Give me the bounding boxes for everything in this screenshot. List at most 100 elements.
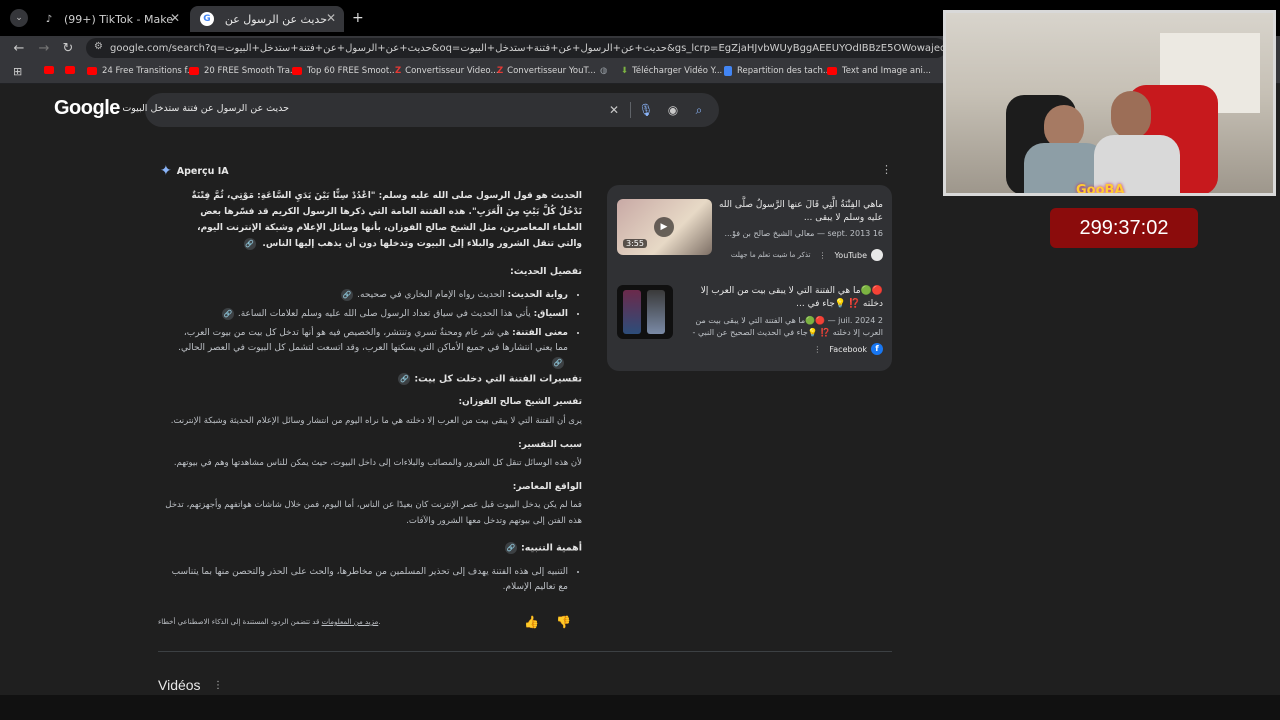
bookmark-item[interactable]: Text and Image ani... bbox=[827, 66, 931, 76]
video-thumbnail[interactable]: ▶ 3:55 bbox=[617, 199, 712, 255]
bookmark-item[interactable]: Top 60 FREE Smoot... bbox=[292, 66, 397, 76]
source-card-facebook[interactable]: 🔴🟢ما هي الفتنة التي لا يبقى بيت من العرب… bbox=[617, 285, 883, 355]
search-input[interactable]: حديث عن الرسول عن فتنة ستدخل البيوت ✕ 🎙 … bbox=[122, 93, 719, 127]
camera-lens-icon[interactable]: ◉ bbox=[664, 101, 682, 119]
link-icon[interactable]: 🔗 bbox=[221, 307, 234, 320]
address-bar[interactable]: ⚙ google.com/search?q=حديث+عن+الرسول+عن+… bbox=[86, 38, 946, 58]
apps-icon[interactable]: ⊞ bbox=[13, 65, 22, 78]
more-options-icon[interactable]: ⋮ bbox=[213, 680, 223, 691]
youtube-icon bbox=[292, 67, 302, 75]
source-name: Facebook bbox=[829, 344, 867, 354]
more-options-icon[interactable]: ⋮ bbox=[881, 163, 892, 176]
bookmark-label: Convertisseur YouT... bbox=[507, 66, 596, 76]
interpretations-heading: تفسيرات الفتنة التي دخلت كل بيت:🔗 bbox=[394, 373, 582, 385]
tab-search-button[interactable]: ⌄ bbox=[10, 9, 28, 27]
bookmark-label: Text and Image ani... bbox=[842, 66, 931, 76]
link-icon[interactable]: 🔗 bbox=[552, 356, 564, 369]
bookmark-item[interactable] bbox=[65, 66, 80, 74]
videos-heading: Vidéos bbox=[158, 677, 201, 693]
source-name: YouTube bbox=[834, 250, 867, 260]
item-text: هي شر عام ومحنةٌ تسري وتنتشر، والخصيص في… bbox=[178, 328, 568, 353]
source-subtitle: تذكر ما شيت تعلم ما جهلت bbox=[730, 251, 811, 259]
forward-icon[interactable]: → bbox=[35, 39, 53, 57]
link-icon[interactable]: 🔗 bbox=[243, 237, 256, 250]
subheading-text: فما لم يكن يدخل البيوت قبل عصر الإنترنت … bbox=[165, 500, 582, 526]
thumbs-down-icon[interactable]: 👎 bbox=[556, 615, 572, 631]
ai-intro: الحديث هو قول الرسول صلى الله عليه وسلم:… bbox=[170, 188, 582, 252]
youtube-icon bbox=[87, 67, 97, 75]
source-origin: تذكر ما شيت تعلم ما جهلت ⋮ YouTube bbox=[731, 249, 883, 261]
person bbox=[1111, 91, 1151, 139]
microphone-icon[interactable]: 🎙 bbox=[637, 101, 655, 119]
bookmark-label: Repartition des tach... bbox=[737, 66, 831, 76]
source-card-youtube[interactable]: ▶ 3:55 ماهي الفِتْنَةُ الَّتِي قَالَ عنه… bbox=[617, 199, 883, 265]
heading-text: تفسيرات الفتنة التي دخلت كل بيت: bbox=[414, 373, 582, 385]
facebook-icon: f bbox=[871, 343, 883, 355]
list-item: السياق: يأتي هذا الحديث في سياق تعداد ال… bbox=[170, 307, 568, 322]
subheading-text: لأن هذه الوسائل تنقل كل الشرور والمصائب … bbox=[173, 458, 582, 468]
youtube-icon bbox=[189, 67, 199, 75]
ai-disclaimer: مزيد من المعلومات قد تتضمن الردود المستن… bbox=[158, 618, 380, 626]
warning-list: التنبيه إلى هذه الفتنة يهدف إلى تحذير ال… bbox=[170, 565, 582, 599]
bookmark-label: 20 FREE Smooth Tra... bbox=[204, 66, 299, 76]
phone-image bbox=[647, 290, 665, 334]
item-text: الحديث رواه الإمام البخاري في صحيحه. bbox=[357, 290, 508, 300]
list-item: رواية الحديث: الحديث رواه الإمام البخاري… bbox=[170, 288, 568, 303]
converter-icon: Z bbox=[395, 66, 402, 76]
search-icon[interactable]: ⌕ bbox=[690, 101, 708, 119]
cam-logo: GooBA bbox=[1076, 183, 1125, 196]
link-icon[interactable]: 🔗 bbox=[504, 542, 517, 554]
close-icon[interactable]: ✕ bbox=[326, 11, 336, 25]
globe-icon: ◍ bbox=[600, 66, 608, 76]
bookmark-item[interactable]: Repartition des tach... bbox=[724, 66, 831, 76]
subheading-text: يرى أن الفتنة التي لا يبقى بيت من العرب … bbox=[170, 416, 582, 426]
bookmark-item[interactable]: 20 FREE Smooth Tra... bbox=[189, 66, 298, 76]
ai-overview-header: ✦ Aperçu IA bbox=[160, 163, 229, 179]
section-divider bbox=[158, 651, 892, 652]
more-options-icon[interactable]: ⋮ bbox=[813, 345, 821, 354]
link-icon[interactable]: 🔗 bbox=[398, 373, 411, 385]
reload-icon[interactable]: ↻ bbox=[59, 39, 77, 57]
video-duration: 3:55 bbox=[623, 239, 647, 248]
close-icon[interactable]: ✕ bbox=[170, 11, 180, 25]
google-icon: G bbox=[200, 12, 214, 26]
bookmark-item[interactable]: ◍ bbox=[600, 66, 607, 76]
new-tab-icon[interactable]: + bbox=[352, 10, 364, 26]
more-info-link[interactable]: مزيد من المعلومات bbox=[322, 618, 379, 626]
site-info-icon[interactable]: ⚙ bbox=[94, 41, 103, 52]
stream-timer: 299:37:02 bbox=[1050, 208, 1198, 248]
item-text: يأتي هذا الحديث في سياق تعداد الرسول صلى… bbox=[237, 309, 534, 319]
source-origin: ⋮ Facebook f bbox=[813, 343, 883, 355]
bookmark-item[interactable]: ⬇ Télécharger Vidéo Y... bbox=[621, 66, 722, 76]
bookmark-item[interactable] bbox=[44, 66, 59, 74]
list-item: معنى الفتنة: هي شر عام ومحنةٌ تسري وتنتش… bbox=[170, 326, 568, 371]
subheading: الواقع المعاصر: bbox=[512, 482, 582, 492]
divider bbox=[630, 102, 631, 118]
converter-icon: Z bbox=[497, 66, 504, 76]
bookmark-item[interactable]: 24 Free Transitions f... bbox=[87, 66, 195, 76]
google-logo[interactable]: Google bbox=[54, 97, 120, 120]
back-icon[interactable]: ← bbox=[10, 39, 28, 57]
youtube-icon bbox=[827, 67, 837, 75]
link-icon[interactable]: 🔗 bbox=[341, 288, 354, 301]
webcam-overlay: GooBA bbox=[943, 10, 1276, 196]
item-label: السياق: bbox=[533, 309, 568, 319]
thumbs-up-icon[interactable]: 👍 bbox=[524, 615, 540, 631]
bookmark-label: Convertisseur Video... bbox=[405, 66, 499, 76]
post-thumbnail[interactable] bbox=[617, 285, 673, 339]
tab-label: (99+) TikTok - Make Your Day bbox=[64, 12, 174, 26]
bookmark-item[interactable]: Z Convertisseur YouT... bbox=[497, 66, 596, 76]
bottom-bar bbox=[0, 695, 1280, 720]
source-title: ماهي الفِتْنَةُ الَّتِي قَالَ عنها الرَّ… bbox=[718, 200, 883, 223]
tab-tiktok[interactable]: ♪ (99+) TikTok - Make Your Day ✕ bbox=[32, 6, 188, 32]
tab-label: حديث عن الرسول عن فتنة ستدخل bbox=[222, 12, 327, 26]
tab-google-search[interactable]: G حديث عن الرسول عن فتنة ستدخل ✕ bbox=[190, 6, 344, 32]
details-list: رواية الحديث: الحديث رواه الإمام البخاري… bbox=[170, 288, 582, 375]
more-options-icon[interactable]: ⋮ bbox=[818, 251, 826, 260]
play-icon[interactable]: ▶ bbox=[654, 217, 674, 237]
item-label: معنى الفتنة: bbox=[512, 328, 568, 338]
clear-icon[interactable]: ✕ bbox=[605, 101, 623, 119]
bookmark-label: Télécharger Vidéo Y... bbox=[632, 66, 723, 76]
sources-panel: ▶ 3:55 ماهي الفِتْنَةُ الَّتِي قَالَ عنه… bbox=[607, 185, 892, 371]
bookmark-item[interactable]: Z Convertisseur Video... bbox=[395, 66, 499, 76]
